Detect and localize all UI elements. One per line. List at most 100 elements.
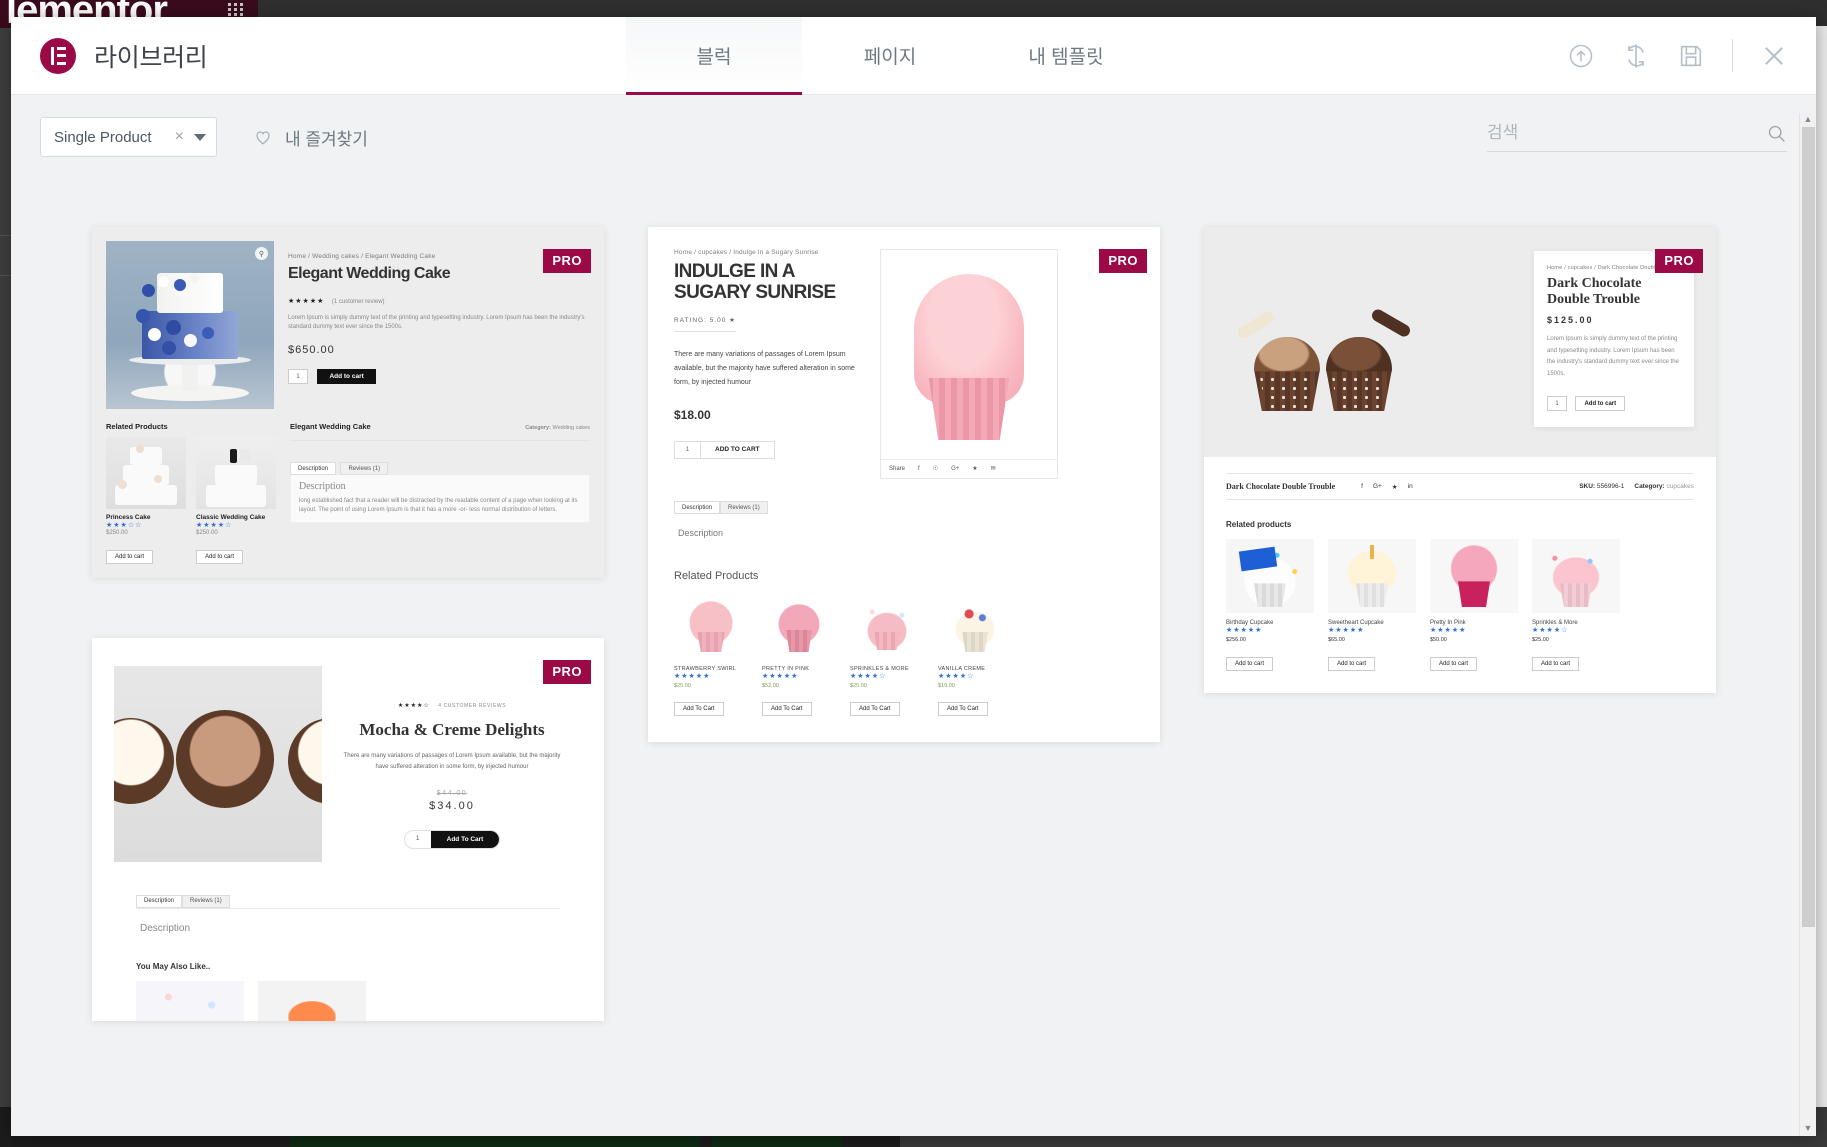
header-divider: [1732, 39, 1733, 72]
review-count: (1 customer review): [331, 298, 385, 305]
add-to-cart-button: Add to cart: [1575, 396, 1626, 412]
pro-badge: PRO: [1655, 249, 1703, 273]
related-item: Princess Cake ★★★☆☆ $250.00 Add to cart: [106, 437, 186, 565]
elementor-logo-icon: [40, 37, 76, 74]
review-count: 4 CUSTOMER REVIEWS: [438, 703, 507, 710]
product-old-price: $44.00: [436, 789, 468, 797]
category-select[interactable]: Single Product ×: [40, 117, 217, 157]
scrollbar-thumb[interactable]: [1802, 127, 1815, 927]
product-price: $125.00: [1547, 315, 1594, 326]
googleplus-icon: G+: [951, 465, 960, 472]
template-card-indulge-in-a-sugary-sunrise[interactable]: PRO Home / cupcakes / Indulge in a Sugar…: [648, 227, 1160, 742]
product-description: Lorem Ipsum is simply dummy text of the …: [1547, 336, 1679, 377]
vertical-scrollbar[interactable]: ▲ ▼: [1799, 113, 1816, 1136]
related-add-to-cart: Add To Cart: [674, 702, 724, 716]
template-card-elegant-wedding-cake[interactable]: PRO ⚲ Home / Wedding cakes / Elegant Wed…: [92, 227, 604, 579]
product-title: INDULGE IN A SUGARY SUNRISE: [674, 261, 836, 303]
share-label: Share: [889, 465, 906, 472]
related-add-to-cart: Add to cart: [1430, 657, 1478, 672]
product-description: There are many variations of passages of…: [674, 350, 855, 386]
grid-column-2: PRO Home / cupcakes / Indulge in a Sugar…: [648, 227, 1160, 742]
modal-title: 라이브러리: [94, 43, 208, 72]
related-stars: ★★★★★: [674, 673, 711, 680]
related-add-to-cart: Add to cart: [1328, 657, 1376, 672]
alike-image: [136, 980, 244, 1021]
modal-header: 라이브러리 블럭 페이지 내 템플릿: [11, 17, 1816, 95]
pro-badge: PRO: [1099, 249, 1147, 273]
related-stars: ★★★★★: [1226, 627, 1263, 635]
related-price: $250.00: [106, 530, 128, 536]
save-icon[interactable]: [1677, 42, 1705, 70]
template-card-mocha-and-creme-delights[interactable]: PRO ★★★★☆ 4 CUSTOMER REVIEWS Mocha & Cre…: [92, 638, 604, 1021]
facebook-icon: f: [918, 465, 920, 472]
template-card-dark-chocolate-double-trouble[interactable]: PRO Home / cupcakes / Dark Chocolate Dou…: [1204, 227, 1716, 694]
modal-header-actions: [1567, 39, 1816, 72]
related-heading: Related Products: [106, 422, 168, 431]
add-to-cart-group: 1 ADD TO CART: [674, 440, 775, 459]
related-image: [106, 437, 186, 509]
grid-column-1: PRO ⚲ Home / Wedding cakes / Elegant Wed…: [92, 227, 604, 1021]
related-item: Classic Wedding Cake ★★★★☆ $250.00 Add t…: [196, 437, 276, 565]
close-icon[interactable]: [1760, 42, 1788, 70]
add-to-cart-button: Add to cart: [317, 368, 376, 384]
related-name: Classic Wedding Cake: [196, 514, 266, 521]
related-price: $50.00: [1430, 637, 1447, 644]
related-add-to-cart: Add to cart: [1226, 657, 1274, 672]
related-stars: ★★★☆☆: [106, 522, 143, 529]
related-stars: ★★★★☆: [850, 673, 887, 680]
related-price: $250.00: [196, 530, 218, 536]
product-title: Mocha & Creme Delights: [359, 720, 545, 740]
related-price: $52.00: [762, 683, 779, 689]
meta-category-value: Wedding cakes: [552, 425, 590, 431]
related-add-to-cart: Add to cart: [196, 550, 244, 565]
scroll-down-arrow[interactable]: ▼: [1800, 1123, 1816, 1133]
related-heading: Related Products: [674, 570, 759, 582]
tab-my-templates[interactable]: 내 템플릿: [978, 17, 1154, 95]
you-may-also-like-heading: You May Also Like..: [136, 961, 211, 971]
pro-badge: PRO: [543, 249, 591, 273]
related-image: [850, 596, 924, 660]
meta-title: Elegant Wedding Cake: [290, 422, 371, 431]
upload-icon[interactable]: [1567, 42, 1595, 70]
clear-x-icon[interactable]: ×: [175, 128, 184, 146]
meta-category-label: Category:: [525, 425, 551, 431]
related-image: [1226, 539, 1314, 614]
scroll-up-arrow[interactable]: ▲: [1800, 114, 1816, 124]
meta-title: Dark Chocolate Double Trouble: [1226, 482, 1336, 492]
sync-icon[interactable]: [1622, 42, 1650, 70]
related-stars: ★★★★★: [1328, 627, 1365, 635]
quantity-input: 1: [415, 835, 420, 842]
template-grid-scroll[interactable]: PRO ⚲ Home / Wedding cakes / Elegant Wed…: [11, 179, 1816, 1136]
description-heading: Description: [678, 528, 724, 538]
related-stars: ★★★★★: [1430, 627, 1467, 635]
heart-icon: [256, 131, 270, 145]
related-add-to-cart: Add to cart: [106, 550, 154, 565]
related-item: STRAWBERRY SWIRL ★★★★★ $25.00 Add To Car…: [674, 596, 748, 716]
search-input[interactable]: [1487, 123, 1766, 143]
product-description: Lorem Ipsum is simply dummy text of the …: [288, 314, 585, 331]
category-label: Category:: [1634, 483, 1665, 491]
tab-pages[interactable]: 페이지: [802, 17, 978, 95]
tab-description: Description: [674, 501, 721, 514]
share-row: Share f ☉ G+ ★ ✉: [881, 459, 1057, 472]
related-item: VANILLA CREME ★★★★☆ $19.00 Add To Cart: [938, 596, 1012, 716]
related-stars: ★★★★☆: [196, 522, 233, 529]
product-price: $18.00: [674, 407, 711, 422]
product-title: Dark Chocolate Double Trouble: [1547, 276, 1642, 307]
related-stars: ★★★★☆: [1532, 627, 1569, 635]
tab-description: Description: [136, 894, 183, 908]
tab-blocks[interactable]: 블럭: [626, 17, 802, 95]
related-price: $25.00: [674, 683, 691, 689]
related-item: PRETTY IN PINK ★★★★★ $52.00 Add To Cart: [762, 596, 836, 716]
chevron-down-icon[interactable]: [194, 133, 206, 141]
related-image: [1328, 539, 1416, 614]
related-price: $65.00: [1328, 637, 1345, 644]
product-image: [114, 666, 322, 863]
my-favorites-button[interactable]: 내 즐겨찾기: [253, 125, 368, 150]
twitter-icon: ★: [972, 466, 978, 472]
pro-badge: PRO: [543, 660, 591, 685]
related-image: [1532, 539, 1620, 614]
search-icon[interactable]: [1766, 123, 1787, 144]
category-value: cupcakes: [1666, 483, 1694, 491]
facebook-icon: f: [1361, 483, 1363, 491]
